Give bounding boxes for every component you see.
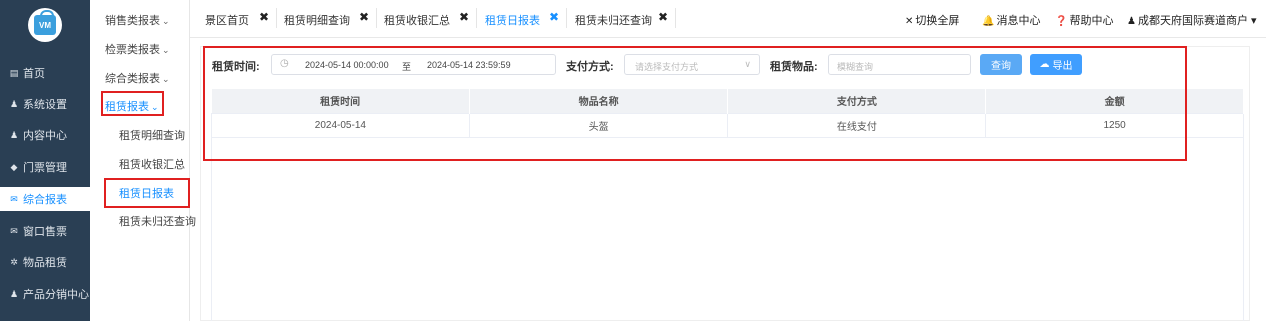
- close-icon[interactable]: ✖: [259, 10, 269, 24]
- fullscreen-toggle[interactable]: ✕ 切换全屏: [905, 12, 959, 28]
- subnav-general-reports[interactable]: 综合类报表 ⌄: [105, 70, 170, 86]
- bell-icon: 🔔: [982, 16, 995, 27]
- caret-down-icon: ▾: [1250, 15, 1257, 27]
- expand-icon: ✕: [905, 16, 914, 27]
- sidebar-item-label: 物品租赁: [23, 257, 67, 269]
- tab-divider: [276, 8, 277, 28]
- table-empty-area: [211, 138, 1244, 321]
- sidebar-item-label: 内容中心: [23, 130, 67, 142]
- sidebar-item-label: 门票管理: [23, 162, 67, 174]
- user-icon: ♟: [9, 98, 19, 109]
- tab-rental-unreturned[interactable]: 租赁未归还查询: [575, 12, 652, 28]
- sidebar-item-ticket-management[interactable]: ◆ 门票管理: [0, 155, 90, 179]
- close-icon[interactable]: ✖: [359, 10, 369, 24]
- tab-rental-cash-summary[interactable]: 租赁收银汇总: [384, 12, 450, 28]
- sidebar-item-label: 产品分销中心: [23, 289, 89, 301]
- sidebar-item-system-settings[interactable]: ♟ 系统设置: [0, 92, 90, 116]
- report-subnav: 销售类报表 ⌄ 检票类报表 ⌄ 综合类报表 ⌄ 租赁报表 ⌄ 租赁明细查询 租赁收银汇总…: [90, 0, 196, 321]
- highlight-box-query-area: [203, 46, 1187, 161]
- close-icon[interactable]: ✖: [658, 10, 668, 24]
- shopping-bag-icon: VM: [34, 10, 56, 35]
- tab-divider: [376, 8, 377, 28]
- close-icon[interactable]: ✖: [459, 10, 469, 24]
- highlight-box-rental-reports: [101, 91, 164, 116]
- tab-scenic-home[interactable]: 景区首页: [205, 12, 249, 28]
- sidebar-item-label: 综合报表: [23, 194, 67, 206]
- subnav-rental-detail[interactable]: 租赁明细查询: [119, 127, 185, 143]
- tag-icon: ◆: [10, 161, 18, 172]
- sidebar-item-rentals[interactable]: ✲ 物品租赁: [0, 250, 90, 274]
- mail-icon: ✉: [10, 225, 18, 236]
- sidebar-item-label: 窗口售票: [23, 226, 67, 238]
- user-icon: ♟: [9, 288, 19, 299]
- sidebar-item-window-ticketing[interactable]: ✉ 窗口售票: [0, 219, 90, 243]
- sidebar-item-label: 系统设置: [23, 99, 67, 111]
- help-center-link[interactable]: ❓ 帮助中心: [1055, 12, 1113, 28]
- home-icon: ▤: [9, 67, 19, 78]
- tab-divider: [476, 8, 477, 28]
- main-sidebar: VM ▤ 首页 ♟ 系统设置 ♟ 内容中心 ◆ 门票管理 ✉ 综合报表 ✉ 窗口…: [0, 0, 90, 321]
- subnav-check-reports[interactable]: 检票类报表 ⌄: [105, 41, 170, 57]
- subnav-rental-cash-summary[interactable]: 租赁收银汇总: [119, 156, 185, 172]
- tab-divider: [566, 8, 567, 28]
- question-icon: ❓: [1055, 16, 1068, 27]
- chevron-down-icon: ⌄: [162, 74, 170, 84]
- mail-icon: ✉: [10, 193, 18, 204]
- tab-divider: [675, 8, 676, 28]
- chevron-down-icon: ⌄: [162, 45, 170, 55]
- sidebar-item-home[interactable]: ▤ 首页: [0, 61, 90, 85]
- merchant-menu[interactable]: ♟ 成都天府国际赛道商户 ▾: [1127, 12, 1257, 28]
- sidebar-item-label: 首页: [23, 68, 45, 80]
- subnav-sales-reports[interactable]: 销售类报表 ⌄: [105, 12, 170, 28]
- subnav-rental-unreturned[interactable]: 租赁未归还查询: [119, 213, 196, 229]
- user-icon: ♟: [9, 129, 19, 140]
- gear-icon: ✲: [10, 256, 18, 267]
- sidebar-item-reports[interactable]: ✉ 综合报表: [0, 187, 90, 211]
- close-icon[interactable]: ✖: [549, 10, 559, 24]
- tab-rental-daily-report[interactable]: 租赁日报表: [485, 12, 540, 28]
- tab-rental-detail[interactable]: 租赁明细查询: [284, 12, 350, 28]
- sidebar-item-distribution[interactable]: ♟ 产品分销中心: [0, 282, 90, 306]
- user-icon: ♟: [1127, 16, 1136, 27]
- app-logo: VM: [28, 8, 62, 42]
- highlight-box-daily-report: [104, 178, 190, 208]
- chevron-down-icon: ⌄: [162, 16, 170, 26]
- message-center-link[interactable]: 🔔 消息中心: [982, 12, 1040, 28]
- sidebar-item-content-center[interactable]: ♟ 内容中心: [0, 123, 90, 147]
